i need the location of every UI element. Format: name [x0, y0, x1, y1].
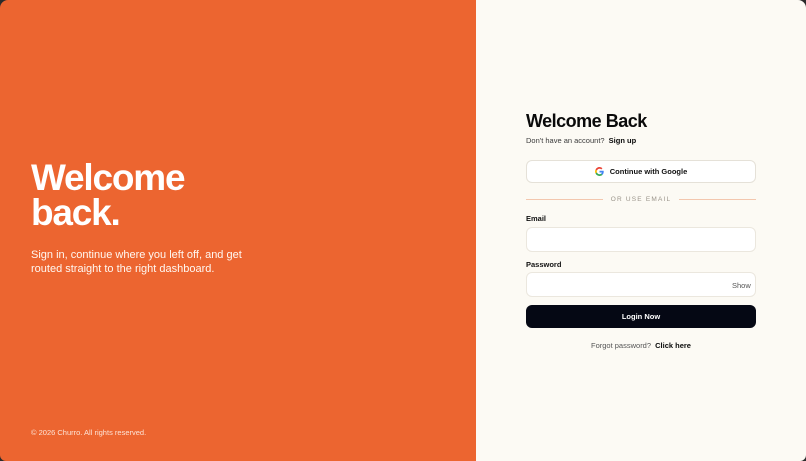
- hero-title: Welcome back.: [31, 157, 186, 233]
- google-button-label: Continue with Google: [609, 167, 688, 176]
- google-icon: [594, 167, 604, 176]
- forgot-prompt: Forgot password?: [591, 341, 652, 350]
- form-title: Welcome Back: [526, 111, 647, 131]
- divider: OR USE EMAIL: [526, 194, 757, 204]
- hero-panel: Welcome back. Sign in, continue where yo…: [0, 0, 476, 461]
- google-signin-button[interactable]: Continue with Google: [526, 160, 756, 183]
- forgot-password-row: Forgot password? Click here: [526, 341, 756, 350]
- login-form-panel: Welcome Back Don't have an account? Sign…: [476, 0, 806, 461]
- email-field[interactable]: [526, 227, 756, 252]
- signup-prompt: Don't have an account?: [526, 136, 605, 145]
- login-screen: Welcome back. Sign in, continue where yo…: [0, 0, 806, 461]
- divider-line-left: [526, 198, 603, 200]
- login-button[interactable]: Login Now: [526, 305, 756, 328]
- divider-line-right: [679, 198, 757, 200]
- forgot-password-link[interactable]: Click here: [655, 341, 691, 350]
- password-label: Password: [526, 260, 562, 269]
- password-field[interactable]: [526, 272, 756, 297]
- signup-link[interactable]: Sign up: [609, 136, 637, 145]
- divider-text: OR USE EMAIL: [610, 195, 672, 203]
- signup-row: Don't have an account? Sign up: [526, 136, 636, 145]
- email-label: Email: [526, 214, 547, 223]
- hero-subtitle: Sign in, continue where you left off, an…: [31, 249, 242, 275]
- show-password-button[interactable]: Show: [732, 281, 751, 290]
- copyright-text: © 2026 Churro. All rights reserved.: [31, 428, 147, 437]
